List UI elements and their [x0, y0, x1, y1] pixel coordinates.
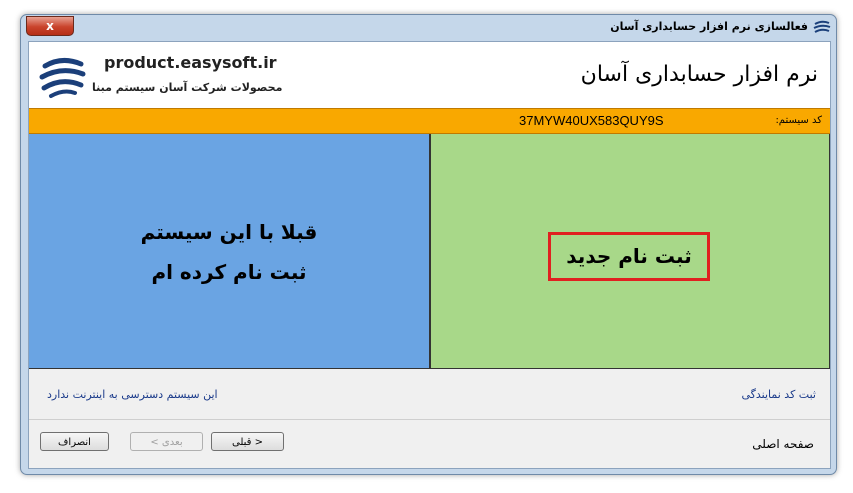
website-link[interactable]: product.easysoft.ir	[104, 53, 277, 72]
already-registered-line2: ثبت نام کرده ام	[151, 260, 307, 284]
no-internet-link[interactable]: این سیستم دسترسی به اینترنت ندارد	[47, 388, 218, 401]
activation-window: x فعالسازی نرم افزار حسابداری آسان produ…	[20, 14, 837, 475]
close-icon: x	[46, 19, 54, 33]
footer-divider	[29, 419, 830, 420]
product-title: نرم افزار حسابداری آسان	[580, 62, 818, 87]
new-registration-option[interactable]: ثبت نام جدید	[430, 134, 830, 369]
home-page-label: صفحه اصلی	[752, 437, 814, 451]
window-title: فعالسازی نرم افزار حسابداری آسان	[610, 20, 808, 33]
system-code-label: کد سیستم:	[775, 115, 822, 126]
new-registration-button[interactable]: ثبت نام جدید	[548, 232, 710, 281]
cancel-button[interactable]: انصراف	[40, 432, 109, 451]
header: product.easysoft.ir محصولات شرکت آسان سی…	[29, 42, 830, 108]
next-button[interactable]: بعدی >	[130, 432, 203, 451]
agent-code-link[interactable]: ثبت کد نمایندگی	[741, 388, 816, 401]
system-code-value: 37MYW40UX583QUY9S	[519, 113, 664, 128]
close-button[interactable]: x	[26, 16, 74, 36]
company-name: محصولات شرکت آسان سیستم مبنا	[92, 81, 283, 94]
already-registered-option[interactable]: قبلا با این سیستم ثبت نام کرده ام	[29, 134, 430, 369]
easysoft-logo-icon	[813, 20, 831, 33]
already-registered-line1: قبلا با این سیستم	[140, 220, 318, 244]
back-button[interactable]: < قبلی	[211, 432, 284, 451]
title-bar[interactable]: x فعالسازی نرم افزار حسابداری آسان	[21, 15, 836, 41]
system-code-bar: 37MYW40UX583QUY9S کد سیستم:	[29, 108, 830, 134]
easysoft-logo-icon	[39, 54, 86, 98]
window-client-area: product.easysoft.ir محصولات شرکت آسان سی…	[28, 41, 831, 469]
